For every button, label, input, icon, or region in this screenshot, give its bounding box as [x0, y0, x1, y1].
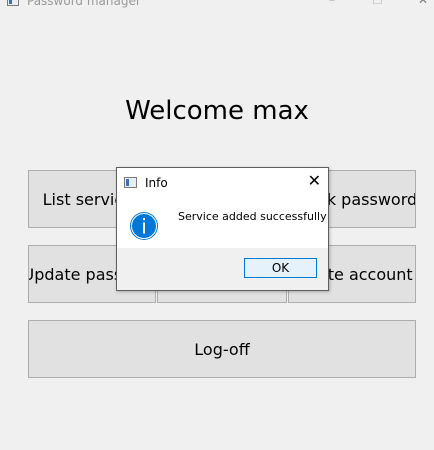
dialog-body: Service added successfully: [117, 198, 328, 248]
log-off-button[interactable]: Log-off: [28, 320, 416, 378]
ok-button[interactable]: OK: [244, 258, 317, 278]
dialog-app-icon: [124, 177, 137, 188]
dialog-message: Service added successfully: [178, 210, 327, 223]
ok-label: OK: [271, 261, 290, 275]
log-off-label: Log-off: [194, 339, 250, 359]
window-title: Password manager: [27, 0, 141, 8]
dialog-titlebar: Info ✕: [117, 168, 328, 198]
dialog-title: Info: [145, 176, 168, 190]
maximize-button[interactable]: ☐: [372, 0, 383, 7]
dialog-footer: OK: [117, 248, 328, 290]
minimize-button[interactable]: –: [329, 0, 335, 7]
welcome-heading: Welcome max: [125, 96, 309, 126]
close-button[interactable]: ✕: [418, 0, 428, 7]
window-titlebar: Password manager – ☐ ✕: [0, 0, 434, 14]
dialog-close-button[interactable]: ✕: [308, 173, 321, 189]
info-icon: [130, 212, 158, 240]
info-dialog: Info ✕ Service added successfully OK: [116, 167, 329, 291]
app-icon: [7, 0, 19, 6]
